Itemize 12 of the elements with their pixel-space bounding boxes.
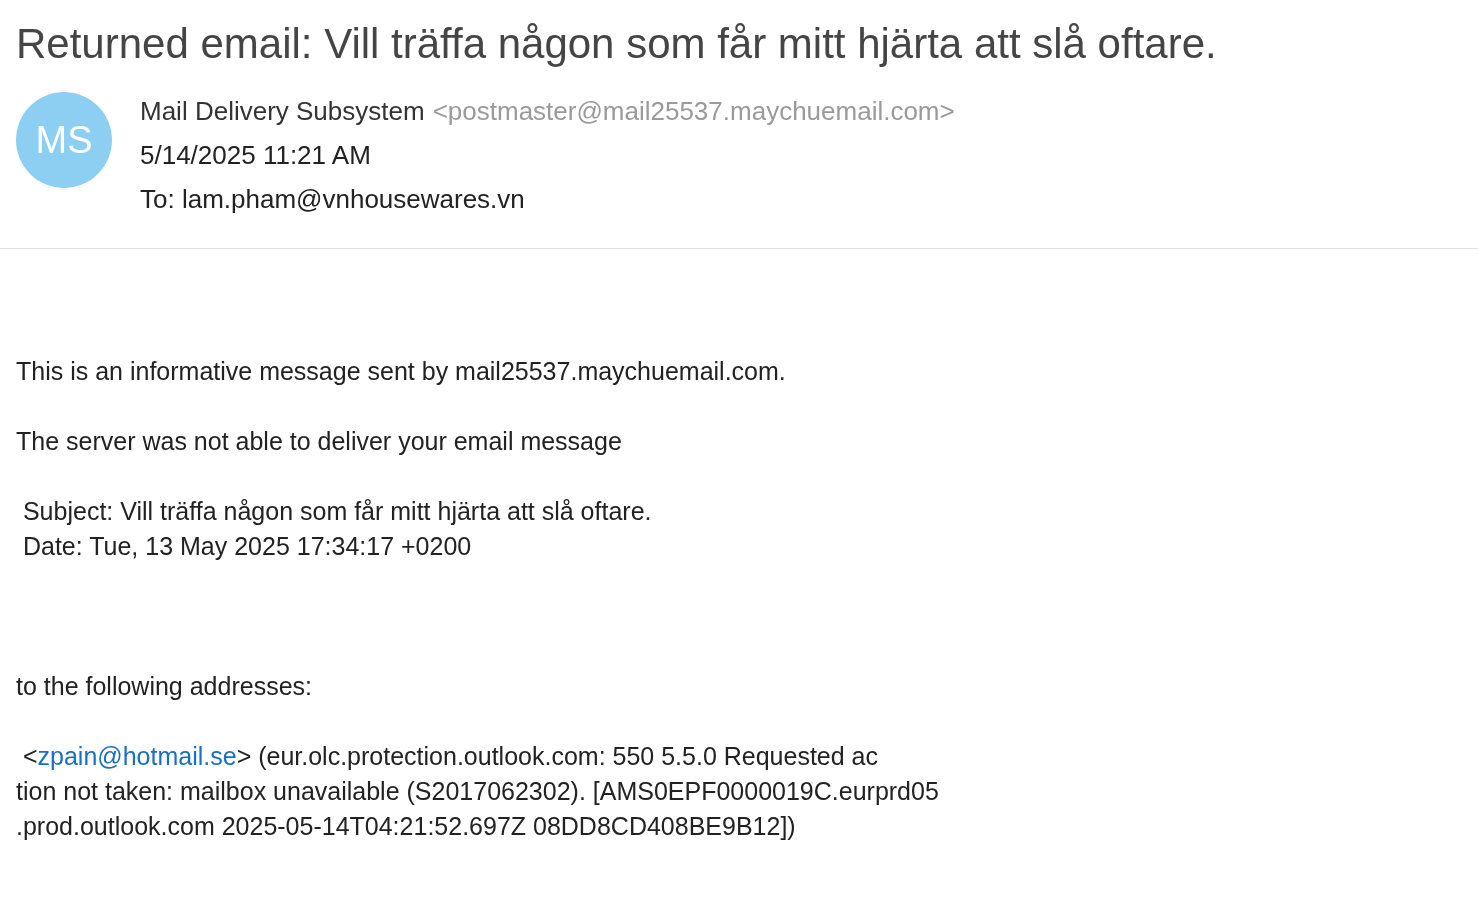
recipient: To: lam.pham@vnhousewares.vn bbox=[140, 183, 526, 216]
email-date: 5/14/2025 11:21 AM bbox=[140, 139, 372, 172]
message-headers: Subject: Vill träffa någon som får mitt hjärta att slå oftare. Date: Tue, 13 May 2025 17:34:17 +0200 bbox=[21, 496, 653, 562]
email-subject: Returned email: Vill träffa någon som får mitt hjärta att slå oftare. bbox=[15, 19, 1218, 69]
error-details: <zpain@hotmail.se> (eur.olc.protection.outlook.com: 550 5.5.0 Requested ac tion not taken: mailbox unavailable (S2017062302). [AMS0EPF0000019C.eurprd05 .prod.outlook.com 2025-05-14T04:21:52.697Z 08DD8CD408BE9B12]) bbox=[16, 741, 940, 842]
message-paragraph: This is an informative message sent by mail25537.maychuemail.com. bbox=[16, 356, 787, 387]
message-paragraph: The server was not able to deliver your email message bbox=[16, 426, 623, 457]
email-link[interactable]: zpain@hotmail.se bbox=[37, 742, 237, 770]
message-paragraph: to the following addresses: bbox=[16, 671, 313, 702]
sender-name: Mail Delivery Subsystem bbox=[140, 95, 425, 128]
sender-avatar: MS bbox=[16, 92, 112, 188]
sender-address: <postmaster@mail25537.maychuemail.com> bbox=[432, 95, 955, 128]
